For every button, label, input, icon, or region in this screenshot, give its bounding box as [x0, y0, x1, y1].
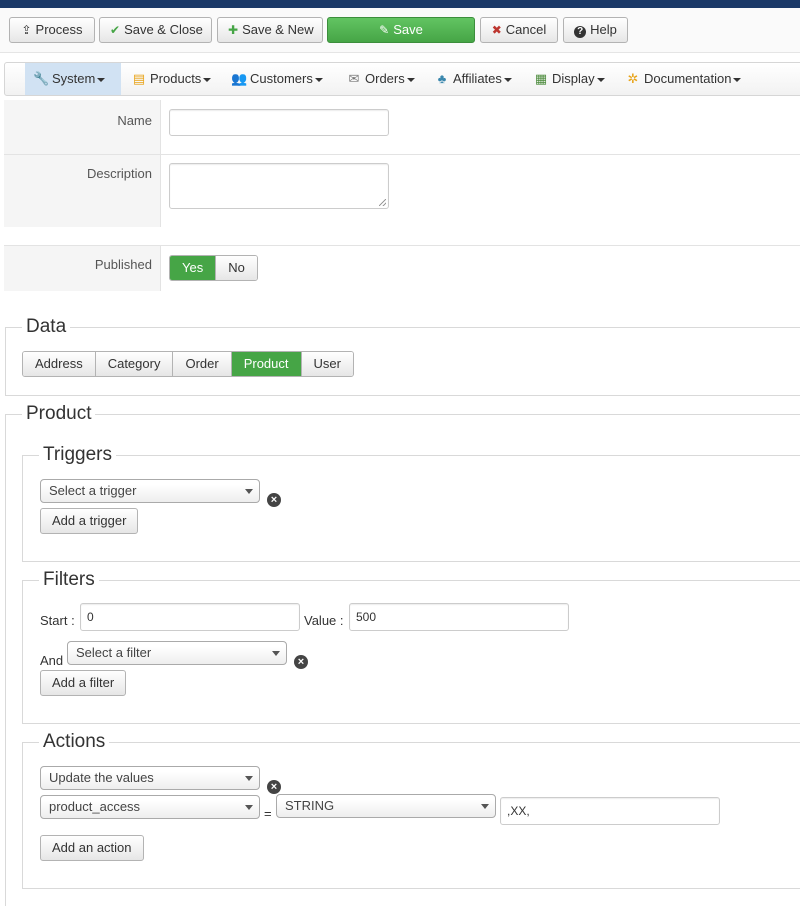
caret-down-icon [97, 77, 106, 82]
and-label: And [40, 653, 64, 668]
tab-order[interactable]: Order [172, 352, 231, 376]
caret-down-icon [596, 77, 605, 82]
filters-legend: Filters [43, 569, 95, 590]
plus-icon: ✚ [228, 23, 239, 37]
triggers-fieldset: Triggers [22, 444, 800, 562]
add-action-button[interactable]: Add an action [40, 835, 144, 861]
orders-icon: ✉ [348, 71, 360, 86]
caret-down-icon [503, 77, 512, 82]
resize-grip-icon[interactable] [379, 199, 386, 206]
actions-legend: Actions [43, 731, 106, 752]
display-icon: ▦ [534, 71, 548, 86]
data-legend: Data [26, 316, 67, 337]
caret-down-icon [406, 77, 415, 82]
nav-products[interactable]: ▤ Products [123, 63, 219, 95]
product-legend: Product [26, 403, 92, 424]
remove-action-icon[interactable]: × [267, 780, 281, 794]
save-button[interactable]: ✎ Save [327, 17, 475, 43]
save-new-button[interactable]: ✚ Save & New [217, 17, 323, 43]
type-select[interactable]: STRING [276, 794, 496, 818]
tab-address[interactable]: Address [23, 352, 95, 376]
caret-down-icon [203, 77, 212, 82]
nav-system[interactable]: 🔧 System [25, 63, 121, 95]
cancel-button[interactable]: ✖ Cancel [480, 17, 558, 43]
admin-header-bar [0, 0, 800, 8]
triggers-legend: Triggers [43, 444, 112, 465]
chevron-down-icon [245, 776, 253, 781]
save-close-button[interactable]: ✔ Save & Close [99, 17, 212, 43]
published-no-button[interactable]: No [215, 256, 257, 280]
value-label: Value : [304, 613, 344, 628]
value-input[interactable]: 500 [349, 603, 569, 631]
nav-display[interactable]: ▦ Display [525, 63, 613, 95]
affiliates-icon: ♣ [437, 71, 447, 86]
help-icon: ? [574, 26, 587, 38]
field-select[interactable]: product_access [40, 795, 260, 819]
action-value-input[interactable]: ,XX, [500, 797, 720, 825]
nav-affiliates[interactable]: ♣ Affiliates [426, 63, 520, 95]
equals-sign: = [264, 806, 272, 821]
name-row: Name [4, 100, 800, 154]
add-filter-button[interactable]: Add a filter [40, 670, 127, 696]
main-menu: 🔧 System ▤ Products 👥 Customers ✉ Orders ♣ Af… [4, 62, 800, 96]
start-label: Start : [40, 613, 75, 628]
check-icon: ✔ [110, 23, 121, 37]
name-label: Name [117, 113, 152, 128]
edit-icon: ✎ [379, 23, 390, 37]
description-textarea[interactable] [169, 163, 389, 209]
trigger-select[interactable]: Select a trigger [40, 479, 260, 503]
tab-user[interactable]: User [300, 352, 353, 376]
published-row: Published Yes No [4, 245, 800, 291]
upload-icon: ⇪ [21, 23, 32, 37]
published-yes-button[interactable]: Yes [170, 256, 216, 280]
published-label: Published [94, 257, 152, 272]
box-icon: ▤ [132, 71, 146, 86]
nav-orders[interactable]: ✉ Orders [338, 63, 424, 95]
start-input[interactable]: 0 [80, 603, 300, 631]
chevron-down-icon [481, 804, 489, 809]
filter-select[interactable]: Select a filter [67, 641, 287, 665]
caret-down-icon [733, 77, 742, 82]
chevron-down-icon [245, 489, 253, 494]
process-button[interactable]: ⇪ Process [9, 17, 95, 43]
caret-down-icon [314, 77, 323, 82]
action-select[interactable]: Update the values [40, 766, 260, 790]
help-button[interactable]: ? Help [563, 17, 628, 43]
tab-category[interactable]: Category [94, 352, 173, 376]
documentation-icon: ✲ [627, 71, 639, 86]
name-input[interactable] [169, 109, 389, 136]
add-trigger-button[interactable]: Add a trigger [40, 508, 139, 534]
description-row: Description [4, 154, 800, 227]
cancel-icon: ✖ [491, 23, 502, 37]
nav-documentation[interactable]: ✲ Documentation [617, 63, 753, 95]
nav-customers[interactable]: 👥 Customers [223, 63, 329, 95]
remove-trigger-icon[interactable]: × [267, 493, 281, 507]
published-toggle: Yes No [169, 255, 258, 281]
remove-filter-icon[interactable]: × [294, 655, 308, 669]
chevron-down-icon [272, 651, 280, 656]
data-type-tabs: Address Category Order Product User [22, 351, 354, 377]
description-label: Description [86, 166, 152, 181]
wrench-icon: 🔧 [33, 71, 50, 86]
chevron-down-icon [245, 805, 253, 810]
tab-product[interactable]: Product [230, 352, 301, 376]
toolbar: ⇪ Process ✔ Save & Close ✚ Save & New ✎ Save… [0, 8, 800, 53]
users-icon: 👥 [231, 71, 248, 86]
